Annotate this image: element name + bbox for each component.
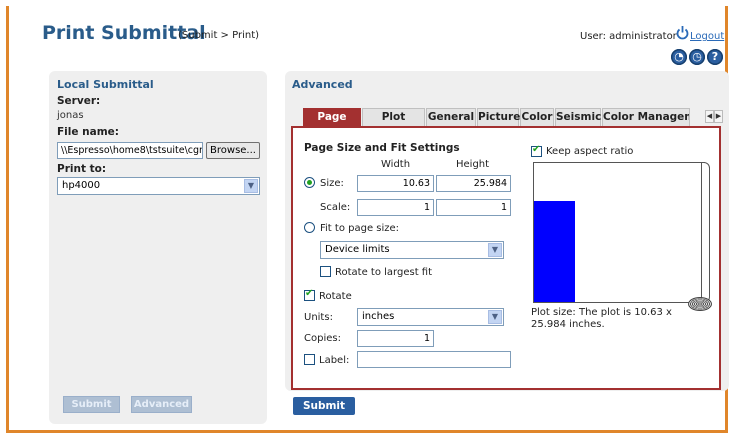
file-name-field[interactable]: \\Espresso\home8\tstsuite\cgm\: [57, 142, 203, 159]
section-title: Page Size and Fit Settings: [304, 142, 460, 154]
printer-select[interactable]: hp4000 ▼: [57, 177, 260, 195]
tab-color[interactable]: Color: [520, 108, 554, 127]
fit-size-select[interactable]: Device limits ▼: [320, 241, 504, 259]
keep-aspect-checkbox[interactable]: [531, 144, 542, 157]
server-value: jonas: [57, 110, 84, 121]
copies-input[interactable]: 1: [357, 330, 434, 347]
scale-height-input[interactable]: 1: [436, 199, 511, 216]
size-width-input[interactable]: 10.63: [357, 175, 434, 192]
local-submittal-panel: [49, 71, 267, 424]
units-select[interactable]: inches ▼: [357, 308, 504, 326]
server-label: Server:: [57, 95, 101, 107]
preview-paper-roll: [701, 162, 710, 303]
local-submit-button[interactable]: Submit: [63, 396, 120, 413]
print-to-label: Print to:: [57, 163, 107, 175]
tab-scroll-right-icon[interactable]: ▶: [714, 110, 723, 123]
fit-to-page-radio[interactable]: [304, 222, 315, 233]
plot-preview: [533, 162, 705, 303]
label-label: Label:: [319, 355, 350, 366]
tab-page-size[interactable]: Page Size: [303, 108, 361, 140]
size-label: Size:: [320, 178, 344, 189]
tab-plot-server[interactable]: Plot Server: [362, 108, 425, 140]
rotate-checkbox[interactable]: [304, 288, 315, 301]
local-advanced-button[interactable]: Advanced: [131, 396, 192, 413]
chevron-down-icon: ▼: [244, 179, 258, 193]
local-panel-title: Local Submittal: [57, 78, 154, 91]
rotate-largest-label: Rotate to largest fit: [335, 267, 433, 278]
breadcrumb: (Submit > Print): [178, 30, 260, 41]
chevron-down-icon: ▼: [488, 310, 502, 324]
clock-icon[interactable]: ◷: [689, 49, 705, 65]
scale-label: Scale:: [320, 202, 351, 213]
units-select-value: inches: [362, 311, 395, 322]
size-radio[interactable]: [304, 177, 315, 188]
printer-select-value: hp4000: [62, 180, 101, 191]
advanced-panel-title: Advanced: [292, 78, 353, 91]
tab-color-management[interactable]: Color Manageme: [602, 108, 690, 127]
fit-size-select-value: Device limits: [325, 244, 390, 255]
units-label: Units:: [304, 312, 333, 323]
height-column-header: Height: [456, 159, 490, 170]
logout-link[interactable]: Logout: [690, 31, 724, 42]
width-column-header: Width: [381, 159, 411, 170]
tab-seismic[interactable]: Seismic: [555, 108, 601, 127]
paper-spool-icon: [688, 297, 712, 311]
scale-width-input[interactable]: 1: [357, 199, 434, 216]
keep-aspect-label: Keep aspect ratio: [546, 146, 634, 157]
plot-preview-fill: [534, 201, 575, 302]
plot-size-text: Plot size: The plot is 10.63 x 25.984 in…: [531, 307, 672, 330]
tab-picture[interactable]: Picture: [477, 108, 520, 127]
submit-button[interactable]: Submit: [293, 397, 355, 415]
rotate-label: Rotate: [319, 291, 352, 302]
tab-general[interactable]: General: [426, 108, 476, 127]
label-checkbox[interactable]: [304, 354, 315, 365]
fit-to-page-label: Fit to page size:: [320, 223, 400, 234]
help-icon[interactable]: ?: [707, 49, 723, 65]
label-input[interactable]: [357, 351, 511, 368]
user-label: User: administrator: [580, 31, 677, 42]
back-circle-icon[interactable]: ◔: [671, 49, 687, 65]
power-icon[interactable]: [676, 25, 689, 40]
tab-scroll-left-icon[interactable]: ◀: [705, 110, 714, 123]
browse-button[interactable]: Browse...: [206, 142, 260, 159]
chevron-down-icon: ▼: [488, 243, 502, 257]
rotate-largest-checkbox[interactable]: [320, 266, 331, 277]
copies-label: Copies:: [304, 333, 341, 344]
size-height-input[interactable]: 25.984: [436, 175, 511, 192]
file-name-label: File name:: [57, 126, 119, 138]
